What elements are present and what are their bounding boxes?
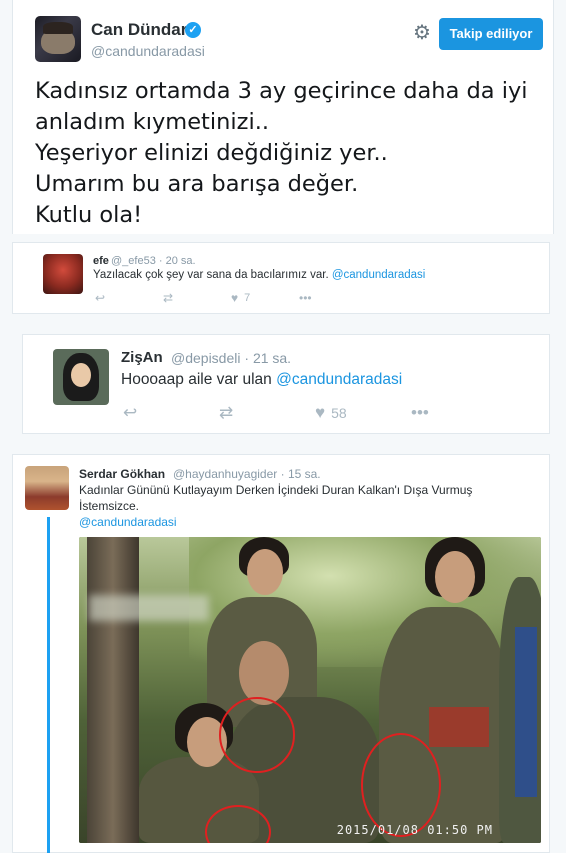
like-count: 7 bbox=[244, 292, 251, 304]
reply-handle[interactable]: @haydanhuyagider bbox=[173, 467, 277, 481]
reply-display-name[interactable]: ZişAn bbox=[121, 349, 163, 366]
avatar-face bbox=[71, 363, 91, 387]
more-icon: ••• bbox=[299, 291, 312, 305]
reply-text: Hoooaap aile var ulan @candundaradasi bbox=[121, 371, 402, 389]
main-display-name[interactable]: Can Dündar bbox=[91, 20, 187, 40]
retweet-icon: ⇄ bbox=[219, 403, 234, 422]
verified-badge-icon: ✓ bbox=[185, 22, 201, 38]
reply-card[interactable]: efe @_efe53 · 20 sa. Yazılacak çok şey v… bbox=[12, 242, 550, 314]
reply-button[interactable]: ↩ bbox=[123, 403, 219, 423]
more-button[interactable]: ••• bbox=[299, 291, 367, 305]
like-count: 58 bbox=[331, 405, 347, 421]
mention-link[interactable]: @candundaradasi bbox=[79, 514, 519, 530]
more-button[interactable]: ••• bbox=[411, 403, 507, 423]
reply-time[interactable]: 20 sa. bbox=[166, 255, 196, 267]
tweet-line: Yeşeriyor elinizi değdiğiniz yer.. bbox=[35, 140, 388, 166]
main-tweet-text: Kadınsız ortamda 3 ay geçirince daha da … bbox=[35, 76, 545, 231]
photo-tree-trunk bbox=[87, 537, 139, 843]
photo-timestamp: 2015/01/08 01:50 PM bbox=[336, 823, 493, 837]
attached-photo[interactable]: 2015/01/08 01:50 PM bbox=[79, 537, 541, 843]
reply-card[interactable]: ZişAn @depisdeli · 21 sa. Hoooaap aile v… bbox=[22, 334, 550, 434]
mention-link[interactable]: @candundaradasi bbox=[276, 371, 402, 388]
tweet-line: Umarım bu ara barışa değer. bbox=[35, 171, 359, 197]
reply-icon: ↩ bbox=[95, 291, 106, 305]
reply-body: Yazılacak çok şey var sana da bacılarımı… bbox=[93, 269, 329, 281]
reply-meta: @_efe53 · 20 sa. bbox=[111, 255, 196, 267]
person-head bbox=[435, 551, 475, 603]
blurred-region bbox=[89, 595, 209, 621]
like-button[interactable]: ♥ 7 bbox=[231, 291, 299, 305]
reply-handle[interactable]: @_efe53 bbox=[111, 255, 156, 267]
reply-display-name[interactable]: efe bbox=[93, 255, 109, 267]
avatar[interactable] bbox=[43, 254, 83, 294]
heart-icon: ♥ bbox=[231, 291, 239, 305]
heart-icon: ♥ bbox=[315, 403, 326, 422]
reply-icon: ↩ bbox=[123, 403, 138, 422]
main-handle[interactable]: @candundaradasi bbox=[91, 43, 205, 59]
reply-card[interactable]: Serdar Gökhan @haydanhuyagider · 15 sa. … bbox=[12, 454, 550, 853]
like-button[interactable]: ♥ 58 bbox=[315, 403, 411, 423]
thread-line bbox=[47, 517, 50, 853]
red-circle-annotation bbox=[219, 697, 295, 773]
retweet-icon: ⇄ bbox=[163, 291, 174, 305]
red-circle-annotation bbox=[361, 733, 441, 837]
reply-text: Yazılacak çok şey var sana da bacılarımı… bbox=[93, 269, 425, 281]
reply-handle[interactable]: @depisdeli bbox=[171, 350, 240, 366]
reply-meta: @depisdeli · 21 sa. bbox=[171, 350, 292, 366]
avatar-hair bbox=[43, 22, 73, 34]
avatar[interactable] bbox=[25, 466, 69, 510]
tweet-line: Kutlu ola! bbox=[35, 202, 143, 228]
mention-link[interactable]: @candundaradasi bbox=[332, 269, 426, 281]
reply-text: Kadınlar Gününü Kutlayayım Derken İçinde… bbox=[79, 482, 519, 530]
more-icon: ••• bbox=[411, 403, 429, 422]
reply-display-name[interactable]: Serdar Gökhan bbox=[79, 467, 165, 481]
reply-body: Hoooaap aile var ulan bbox=[121, 371, 272, 388]
avatar[interactable] bbox=[53, 349, 109, 405]
person-head bbox=[239, 641, 289, 705]
reply-meta: @haydanhuyagider · 15 sa. bbox=[173, 467, 321, 481]
tweet-actions: ↩ ⇄ ♥ 7 ••• bbox=[95, 291, 367, 305]
person-scarf-belt bbox=[429, 707, 489, 747]
person-scarf bbox=[515, 627, 537, 797]
reply-body: Kadınlar Gününü Kutlayayım Derken İçinde… bbox=[79, 483, 473, 513]
reply-button[interactable]: ↩ bbox=[95, 291, 163, 305]
gear-icon[interactable]: ⚙ bbox=[411, 22, 433, 44]
tweet-actions: ↩ ⇄ ♥ 58 ••• bbox=[123, 403, 507, 423]
following-button[interactable]: Takip ediliyor bbox=[439, 18, 543, 50]
retweet-button[interactable]: ⇄ bbox=[219, 403, 315, 423]
retweet-button[interactable]: ⇄ bbox=[163, 291, 231, 305]
tweet-line: anladım kıymetinizi.. bbox=[35, 109, 269, 135]
person-head bbox=[247, 549, 283, 595]
tweet-line: Kadınsız ortamda 3 ay geçirince daha da … bbox=[35, 78, 528, 104]
main-avatar[interactable] bbox=[35, 16, 81, 62]
reply-time[interactable]: 15 sa. bbox=[288, 467, 321, 481]
main-tweet-card: Can Dündar ✓ @candundaradasi ⚙ Takip edi… bbox=[12, 0, 554, 234]
reply-time[interactable]: 21 sa. bbox=[253, 350, 291, 366]
